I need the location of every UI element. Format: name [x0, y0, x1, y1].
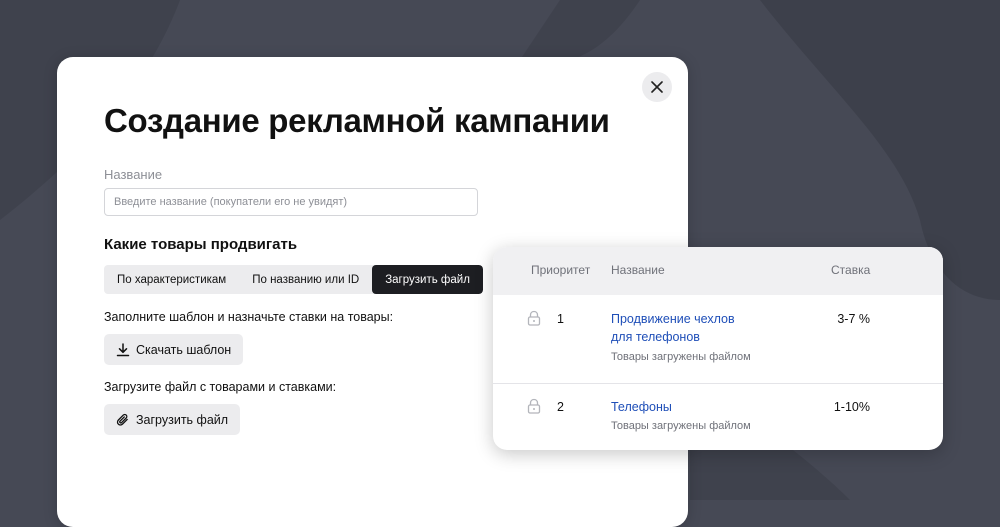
product-selection-tabs: По характеристикам По названию или ID За…	[104, 265, 483, 294]
campaign-table: Приоритет Название Ставка 1 Продвижение …	[493, 247, 943, 450]
table-row: 2 Телефоны Товары загружены файлом 1-10%	[493, 384, 943, 450]
row-name-line1: Телефоны	[611, 400, 672, 414]
download-icon	[116, 342, 130, 356]
products-section-title: Какие товары продвигать	[104, 236, 298, 253]
column-rate: Ставка	[831, 263, 871, 277]
upload-file-label: Загрузить файл	[136, 412, 229, 427]
template-hint: Заполните шаблон и назначьте ставки на т…	[104, 310, 394, 324]
row-priority: 1	[557, 312, 564, 326]
paperclip-icon	[116, 413, 128, 426]
lock-icon	[527, 310, 541, 326]
download-template-label: Скачать шаблон	[136, 342, 232, 357]
lock-icon	[527, 398, 541, 414]
tab-by-characteristics[interactable]: По характеристикам	[104, 265, 239, 294]
close-button[interactable]	[642, 72, 672, 102]
page-title: Создание рекламной кампании	[104, 102, 610, 139]
tab-upload-file[interactable]: Загрузить файл	[372, 265, 483, 294]
download-template-button[interactable]: Скачать шаблон	[104, 334, 244, 365]
table-header: Приоритет Название Ставка	[493, 247, 943, 295]
tab-by-name-or-id[interactable]: По названию или ID	[239, 265, 372, 294]
row-rate: 3-7 %	[837, 312, 870, 326]
table-row: 1 Продвижение чехлов для телефонов Товар…	[493, 295, 943, 383]
upload-hint: Загрузите файл с товарами и ставками:	[104, 380, 337, 394]
row-priority: 2	[557, 400, 564, 414]
name-input[interactable]	[104, 188, 478, 216]
column-name: Название	[611, 263, 665, 277]
row-name-line2: для телефонов	[611, 330, 700, 344]
close-icon	[651, 81, 663, 93]
upload-file-button[interactable]: Загрузить файл	[104, 404, 241, 435]
row-subtitle: Товары загружены файлом	[611, 351, 751, 363]
row-subtitle: Товары загружены файлом	[611, 420, 751, 432]
row-name-link[interactable]: Телефоны	[611, 398, 672, 416]
row-rate: 1-10%	[833, 400, 870, 414]
name-field-label: Название	[104, 167, 163, 182]
row-name-line1: Продвижение чехлов	[611, 312, 735, 326]
row-name-link[interactable]: Продвижение чехлов для телефонов	[611, 310, 735, 346]
column-priority: Приоритет	[531, 263, 591, 277]
